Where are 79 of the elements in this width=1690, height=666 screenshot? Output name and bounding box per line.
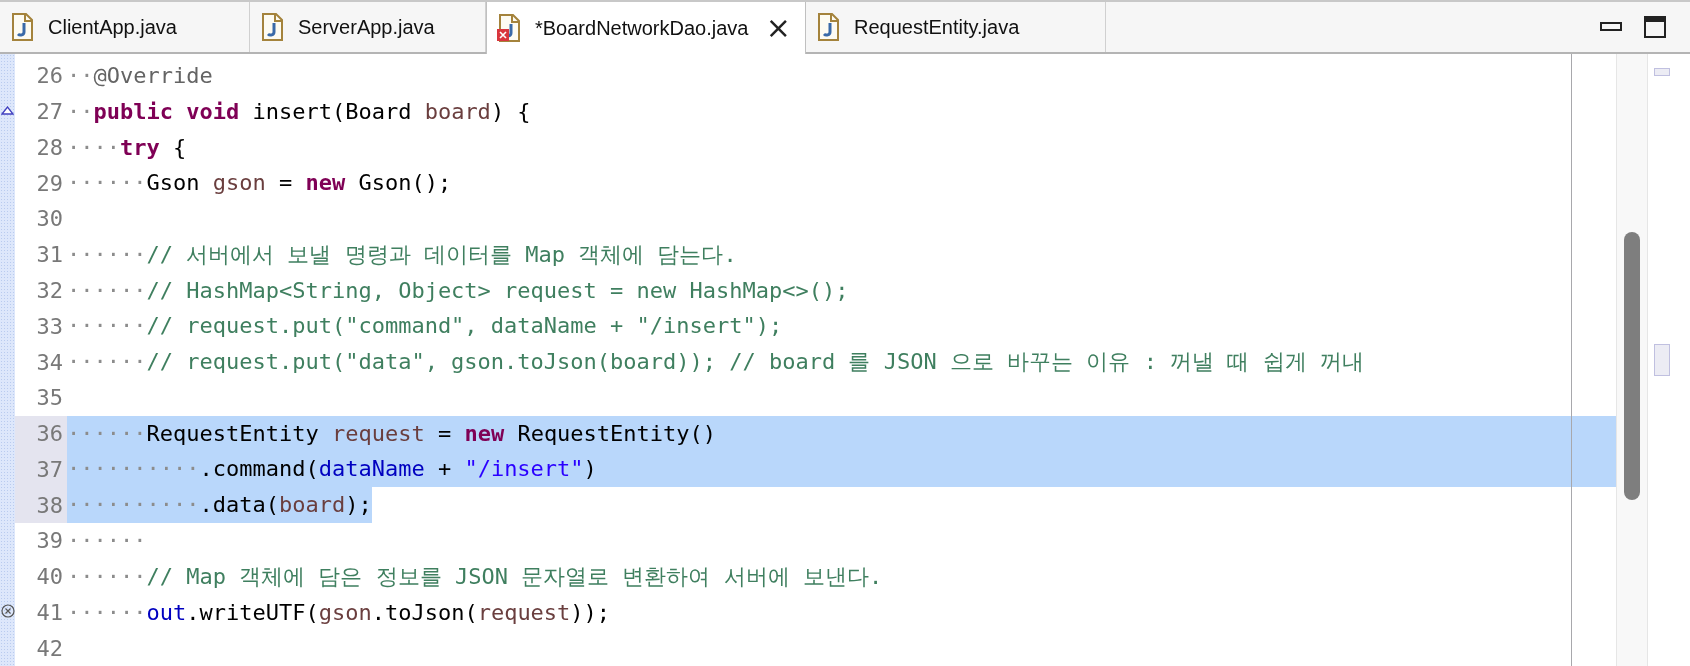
code-text: )); [570, 599, 611, 625]
code-text: = [436, 420, 453, 446]
whitespace-marker: ······ [67, 277, 147, 303]
keyword: new [305, 170, 346, 196]
whitespace-marker: ······ [67, 563, 147, 589]
code-comment: // request.put("command", dataName + "/insert"); [146, 313, 783, 339]
maximize-icon[interactable] [1644, 16, 1666, 38]
variable-name: gson [212, 170, 266, 196]
whitespace-marker: ·· [67, 98, 94, 124]
close-button[interactable]: × [765, 13, 791, 43]
code-text: .command( [199, 456, 319, 482]
variable-name: request [477, 599, 571, 625]
code-text: = [277, 170, 294, 196]
line-number: 36 [15, 415, 67, 452]
line-number: 27 [15, 93, 67, 130]
variable-name: request [331, 420, 425, 446]
keyword: try [120, 134, 160, 160]
code-text: RequestEntity [146, 420, 320, 446]
code-text: ) { [490, 98, 531, 124]
code-text: RequestEntity() [516, 420, 717, 446]
whitespace-marker: ···· [67, 134, 120, 160]
line-number: 30 [35, 205, 64, 234]
line-number: 42 [35, 634, 64, 663]
whitespace-marker: ·········· [67, 492, 200, 518]
java-file-icon [260, 13, 286, 41]
code-text: Gson(); [357, 170, 452, 196]
java-file-icon [816, 13, 842, 41]
line-number: 38 [15, 487, 67, 523]
scrollbar-thumb[interactable] [1624, 232, 1640, 500]
line-number: 32 [35, 276, 64, 305]
line-number: 31 [35, 241, 64, 270]
whitespace-marker: ······ [67, 420, 147, 446]
line-number: 35 [35, 384, 64, 413]
line-number: 34 [35, 348, 64, 377]
code-text: Gson [146, 170, 201, 196]
code-comment: // Map 객체에 담은 정보를 JSON 문자열로 변환하여 서버에 보낸다. [146, 563, 883, 589]
editor-tab[interactable]: *BoardNetworkDao.java × [486, 2, 806, 54]
keyword: public void [93, 98, 240, 124]
variable-name: gson [318, 599, 372, 625]
line-number: 29 [35, 169, 64, 198]
line-number: 26 [35, 62, 64, 91]
annotation: @Override [93, 63, 213, 88]
whitespace-marker: ·········· [67, 456, 200, 482]
code-text: insert(Board [251, 98, 413, 124]
code-comment: // 서버에서 보낼 명령과 데이터를 Map 객체에 담는다. [146, 241, 737, 267]
line-number: 39 [35, 527, 64, 556]
code-text: .writeUTF( [186, 599, 319, 625]
string-literal: "/insert" [464, 456, 584, 482]
line-number: 40 [35, 563, 64, 592]
variable-name: board [424, 98, 491, 124]
code-text: .data( [199, 492, 279, 518]
variable-name: board [278, 492, 346, 518]
whitespace-marker: ······ [67, 313, 147, 339]
circle-x-icon [1, 604, 15, 619]
whitespace-marker: ······ [67, 241, 147, 267]
code-text: { [171, 134, 187, 160]
code-text: + [436, 456, 453, 482]
code-text: ) [583, 456, 597, 482]
whitespace-marker: ······ [67, 349, 147, 375]
line-number: 41 [15, 594, 67, 631]
minimize-icon[interactable] [1600, 22, 1622, 32]
line-number: 33 [35, 312, 64, 341]
java-file-icon [10, 13, 36, 41]
overview-mark [1654, 344, 1670, 376]
whitespace-marker: ······ [67, 599, 147, 625]
code-text: ); [345, 492, 372, 518]
code-comment: // HashMap<String, Object> request = new HashMap<>(); [146, 277, 849, 303]
line-number: 37 [15, 451, 67, 488]
keyword: new [464, 420, 505, 446]
code-comment: // request.put("data", gson.toJson(board)); // board 를 JSON 으로 바꾸는 이유 : 꺼낼 때 쉽게 꺼내 [146, 349, 1364, 375]
field-name: out [146, 599, 187, 625]
line-number: 28 [35, 133, 64, 162]
field-name: dataName [318, 456, 425, 482]
java-file-icon [497, 14, 523, 42]
whitespace-marker: ······ [67, 528, 147, 553]
code-text: .toJson( [371, 599, 478, 625]
overview-mark [1654, 68, 1670, 76]
whitespace-marker: ·· [67, 63, 94, 88]
whitespace-marker: ······ [67, 170, 147, 196]
